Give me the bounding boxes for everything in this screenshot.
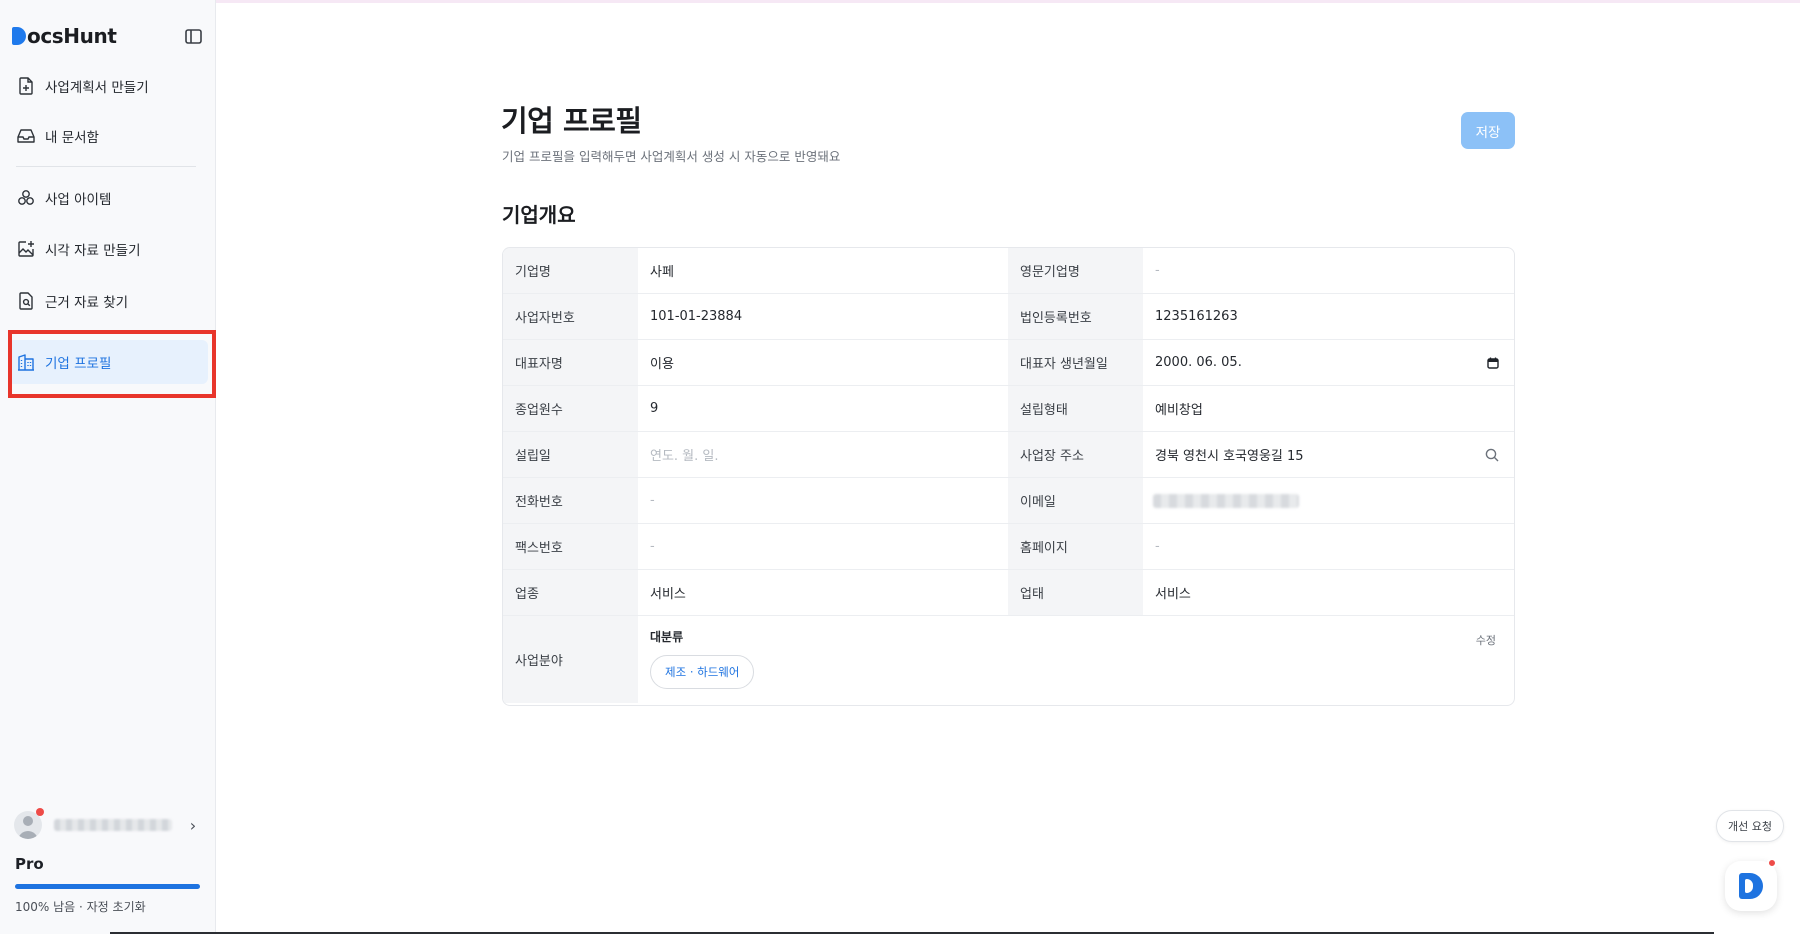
highlight-annotation (8, 330, 216, 398)
sidebar-item-label: 근거 자료 찾기 (45, 295, 129, 311)
email-input[interactable] (1143, 478, 1513, 523)
business-field-area: 대분류 수정 제조 · 하드웨어 (638, 616, 1514, 703)
field-label-founding-date: 설립일 (503, 432, 638, 477)
corporate-number-input[interactable]: 1235161263 (1143, 294, 1513, 339)
chat-notification-dot (1767, 858, 1777, 868)
table-row: 업종 서비스 업태 서비스 (503, 570, 1514, 616)
field-label-business-field: 사업분야 (503, 616, 638, 703)
sidebar-panel-icon (184, 28, 202, 44)
image-plus-icon (16, 239, 36, 259)
employees-input[interactable]: 9 (638, 386, 1008, 431)
sidebar-item-business-items[interactable]: 사업 아이템 (8, 176, 208, 220)
table-row-business-field: 사업분야 대분류 수정 제조 · 하드웨어 (503, 616, 1514, 703)
logo-row: ocsHunt (12, 22, 204, 50)
field-label-english-name: 영문기업명 (1008, 248, 1143, 293)
top-accent-line (216, 0, 1800, 3)
table-row: 설립일 연도. 월. 일. 사업장 주소 경북 영천시 호국영웅길 15 (503, 432, 1514, 478)
founding-date-input[interactable]: 연도. 월. 일. (638, 432, 1008, 477)
business-address-value: 경북 영천시 호국영웅길 15 (1155, 449, 1304, 464)
items-icon (16, 188, 36, 208)
edit-business-field-link[interactable]: 수정 (1476, 632, 1496, 648)
page-subtitle: 기업 프로필을 입력해두면 사업계획서 생성 시 자동으로 반영돼요 (502, 149, 841, 164)
english-name-input[interactable]: - (1143, 248, 1513, 293)
field-label-business-number: 사업자번호 (503, 294, 638, 339)
calendar-icon[interactable] (1487, 340, 1499, 385)
company-overview-table: 기업명 사페 영문기업명 - 사업자번호 101-01-23884 법인등록번호… (502, 247, 1515, 706)
chat-launcher-button[interactable] (1725, 861, 1777, 911)
notification-dot (36, 808, 44, 816)
field-label-business-type: 업태 (1008, 570, 1143, 615)
establishment-type-select[interactable]: 예비창업 (1143, 386, 1513, 431)
sidebar-item-label: 시각 자료 만들기 (45, 243, 141, 259)
table-row: 종업원수 9 설립형태 예비창업 (503, 386, 1514, 432)
sidebar-item-visual-materials[interactable]: 시각 자료 만들기 (8, 227, 208, 271)
field-label-business-address: 사업장 주소 (1008, 432, 1143, 477)
field-label-phone: 전화번호 (503, 478, 638, 523)
user-name-redacted (54, 819, 172, 831)
table-row: 기업명 사페 영문기업명 - (503, 248, 1514, 294)
field-label-email: 이메일 (1008, 478, 1143, 523)
field-label-fax: 팩스번호 (503, 524, 638, 569)
sidebar-item-business-plan[interactable]: 사업계획서 만들기 (8, 64, 208, 108)
company-name-input[interactable]: 사페 (638, 248, 1008, 293)
sidebar-item-label: 사업 아이템 (45, 192, 112, 208)
page-title: 기업 프로필 (501, 104, 642, 138)
homepage-input[interactable]: - (1143, 524, 1513, 569)
plan-usage-note: 100% 남음 · 자정 초기화 (15, 900, 146, 914)
plan-usage-bar (15, 884, 200, 889)
table-row: 팩스번호 - 홈페이지 - (503, 524, 1514, 570)
sidebar-toggle-button[interactable] (182, 25, 204, 47)
fax-input[interactable]: - (638, 524, 1008, 569)
table-row: 대표자명 이용 대표자 생년월일 2000. 06. 05. (503, 340, 1514, 386)
ceo-name-input[interactable]: 이용 (638, 340, 1008, 385)
plan-name: Pro (15, 855, 44, 873)
field-label-employees: 종업원수 (503, 386, 638, 431)
save-button[interactable]: 저장 (1461, 112, 1515, 149)
logo-d-mark (12, 27, 26, 45)
phone-input[interactable]: - (638, 478, 1008, 523)
sidebar-item-my-documents[interactable]: 내 문서함 (8, 114, 208, 158)
section-title: 기업개요 (502, 203, 576, 227)
docshunt-logo-icon (1739, 873, 1763, 899)
field-label-ceo-birthdate: 대표자 생년월일 (1008, 340, 1143, 385)
file-search-icon (16, 291, 36, 311)
sidebar: ocsHunt 사업계획서 만들기 내 문서함 사업 아이템 시각 자료 만들기… (0, 0, 216, 934)
table-row: 사업자번호 101-01-23884 법인등록번호 1235161263 (503, 294, 1514, 340)
chevron-right-icon[interactable]: › (186, 816, 200, 835)
field-label-establishment-type: 설립형태 (1008, 386, 1143, 431)
table-row: 전화번호 - 이메일 (503, 478, 1514, 524)
category-label: 대분류 (650, 630, 684, 644)
avatar-body (18, 831, 38, 839)
ceo-birthdate-input[interactable]: 2000. 06. 05. (1143, 340, 1513, 385)
field-label-ceo-name: 대표자명 (503, 340, 638, 385)
business-type-input[interactable]: 서비스 (1143, 570, 1513, 615)
email-redacted (1153, 493, 1299, 508)
inbox-icon (16, 126, 36, 146)
logo-text: ocsHunt (27, 24, 117, 48)
file-plus-icon (16, 76, 36, 96)
sidebar-item-label: 내 문서함 (45, 130, 99, 146)
industry-input[interactable]: 서비스 (638, 570, 1008, 615)
field-label-company-name: 기업명 (503, 248, 638, 293)
sidebar-divider (16, 166, 196, 167)
search-icon[interactable] (1485, 432, 1499, 477)
sidebar-item-find-evidence[interactable]: 근거 자료 찾기 (8, 279, 208, 323)
feedback-request-button[interactable]: 개선 요청 (1716, 810, 1784, 842)
business-number-input[interactable]: 101-01-23884 (638, 294, 1008, 339)
avatar-head (23, 816, 33, 826)
app-logo[interactable]: ocsHunt (12, 24, 117, 48)
business-address-input[interactable]: 경북 영천시 호국영웅길 15 (1143, 432, 1513, 477)
field-label-corporate-number: 법인등록번호 (1008, 294, 1143, 339)
ceo-birthdate-value: 2000. 06. 05. (1155, 355, 1242, 370)
field-label-homepage: 홈페이지 (1008, 524, 1143, 569)
business-field-chip[interactable]: 제조 · 하드웨어 (650, 655, 755, 689)
sidebar-item-label: 사업계획서 만들기 (45, 80, 149, 96)
field-label-industry: 업종 (503, 570, 638, 615)
